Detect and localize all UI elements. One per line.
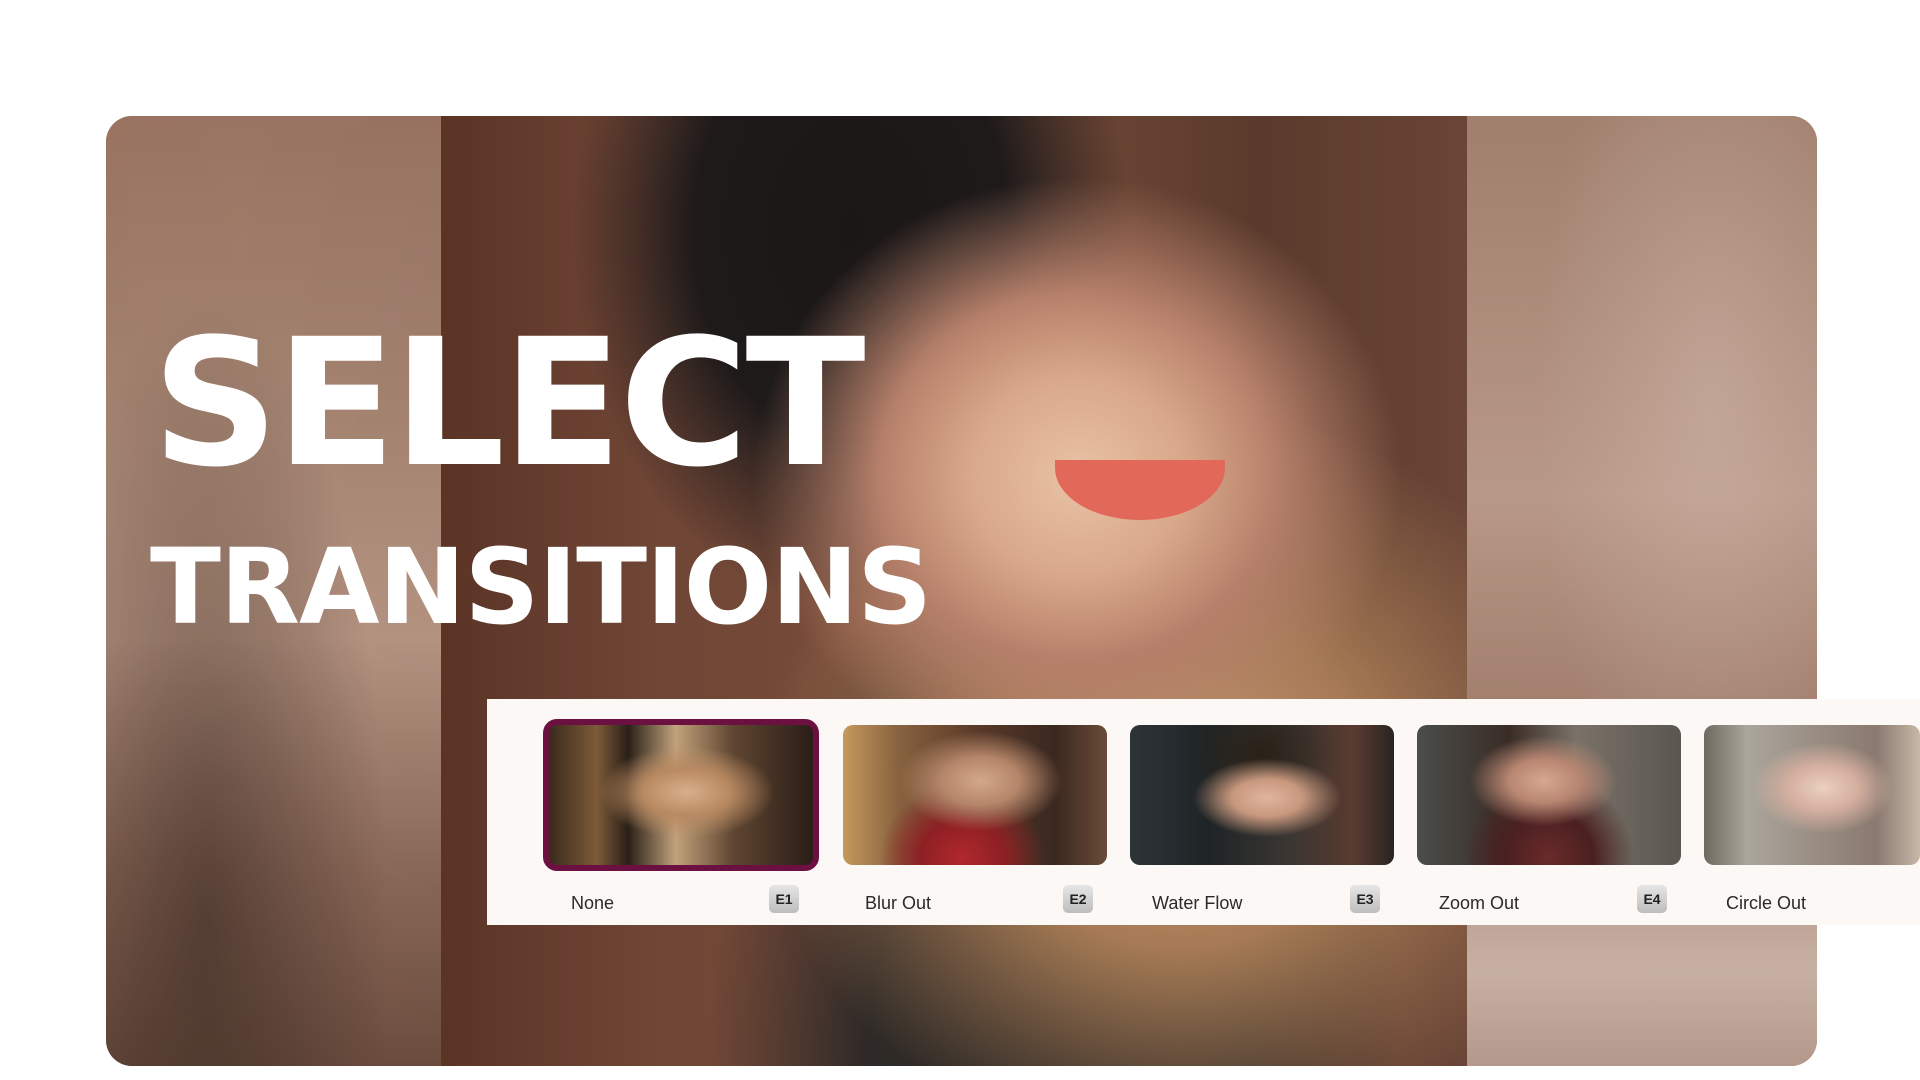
shortcut-badge: E1 xyxy=(769,885,799,913)
transition-thumbnail[interactable] xyxy=(1130,725,1394,865)
transition-card-circle-out[interactable]: Circle Out xyxy=(1704,725,1920,919)
hero-title-line1: SELECT xyxy=(152,301,866,506)
transition-label: Circle Out xyxy=(1726,893,1807,913)
hero-title-line2: TRANSITIONS xyxy=(150,526,932,648)
transition-label: Zoom Out xyxy=(1439,893,1520,913)
shortcut-badge: E3 xyxy=(1350,885,1380,913)
transition-thumbnail[interactable] xyxy=(543,719,819,871)
shortcut-badge: E4 xyxy=(1637,885,1667,913)
transition-thumbnail[interactable] xyxy=(1704,725,1920,865)
transition-thumbnail[interactable] xyxy=(843,725,1107,865)
transition-card-blur-out[interactable]: Blur Out E2 xyxy=(843,725,1107,919)
transition-card-zoom-out[interactable]: Zoom Out E4 xyxy=(1417,725,1681,919)
transition-label: Blur Out xyxy=(865,893,932,913)
transition-card-water-flow[interactable]: Water Flow E3 xyxy=(1130,725,1394,919)
transition-label: Water Flow xyxy=(1152,893,1243,913)
transition-card-none[interactable]: None E1 xyxy=(543,719,819,919)
transition-thumbnail[interactable] xyxy=(1417,725,1681,865)
shortcut-badge: E2 xyxy=(1063,885,1093,913)
transition-label: None xyxy=(571,893,615,913)
transition-strip: None E1 Blur Out E2 Water Flow E3 Zoom O… xyxy=(487,699,1920,925)
